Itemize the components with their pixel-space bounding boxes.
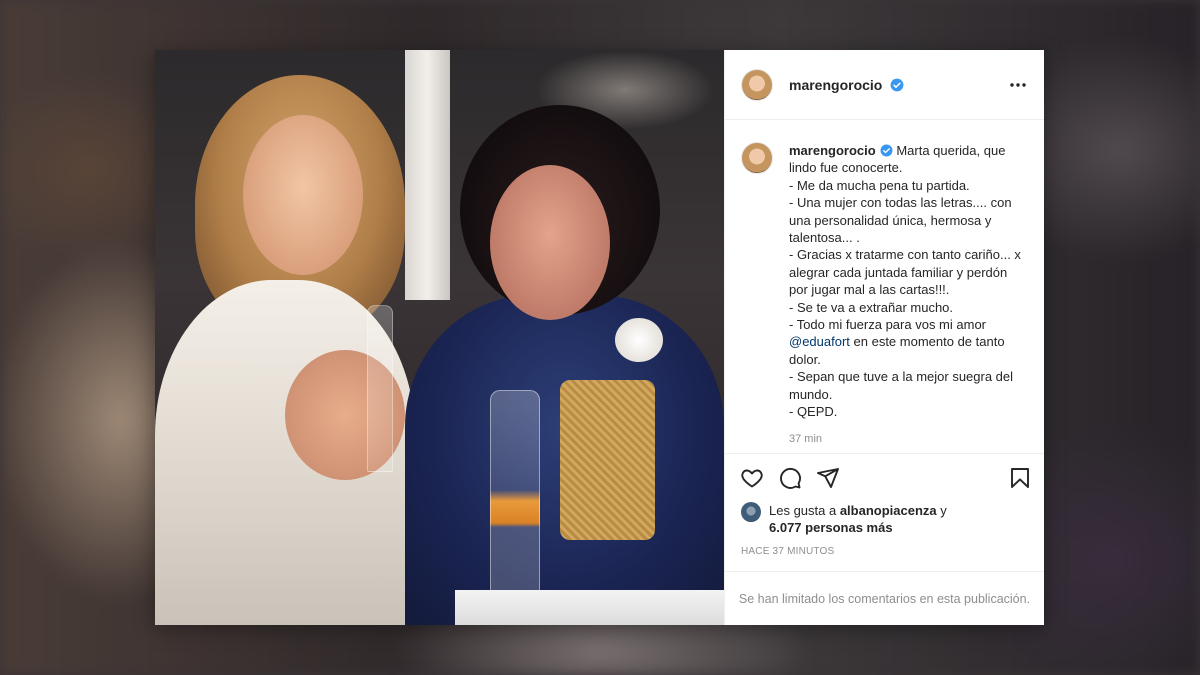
more-options-icon[interactable] xyxy=(1006,73,1030,97)
liker-username[interactable]: albanopiacenza xyxy=(840,503,937,518)
caption-line: - Me da mucha pena tu partida. xyxy=(789,177,970,193)
author-username[interactable]: marengorocio xyxy=(789,77,904,93)
caption-mention-link[interactable]: @eduafort xyxy=(789,334,850,349)
likes-conjunction: y xyxy=(936,503,947,518)
bookmark-icon[interactable] xyxy=(1008,466,1032,490)
photo-gold-blouse xyxy=(560,380,655,540)
heart-icon[interactable] xyxy=(740,466,764,490)
caption-author-avatar[interactable] xyxy=(741,142,773,174)
comments-limited-notice: Se han limitado los comentarios en esta … xyxy=(725,571,1044,625)
likes-text: Les gusta a albanopiacenza y 6.077 perso… xyxy=(769,502,947,536)
photo-person-right-face xyxy=(490,165,610,320)
caption-text: marengorocio Marta querida, que lindo fu… xyxy=(789,142,1021,421)
share-icon[interactable] xyxy=(816,466,840,490)
author-avatar[interactable] xyxy=(741,68,773,101)
photo-person-left-face xyxy=(243,115,363,275)
photo-champagne-glass-left xyxy=(367,305,393,472)
verified-badge-icon xyxy=(890,78,904,91)
action-bar xyxy=(725,454,1044,502)
photo-table xyxy=(455,590,724,625)
likes-count-link[interactable]: 6.077 personas más xyxy=(769,520,893,535)
comment-icon[interactable] xyxy=(778,466,802,490)
likes-summary: Les gusta a albanopiacenza y 6.077 perso… xyxy=(725,502,1044,536)
caption-line: - Sepan que tuve a la mejor suegra del m… xyxy=(789,369,1014,402)
author-username-text[interactable]: marengorocio xyxy=(789,77,882,93)
caption-line: - Se te va a extrañar mucho. xyxy=(789,299,954,315)
verified-badge-icon xyxy=(880,144,893,157)
likes-prefix: Les gusta a xyxy=(769,503,840,518)
photo-champagne-glass-right xyxy=(490,390,540,612)
photo-white-flower xyxy=(615,318,663,362)
caption-line: - QEPD. xyxy=(789,404,838,420)
caption-line: - Una mujer con todas las letras.... con… xyxy=(789,195,1012,246)
post-age[interactable]: HACE 37 MINUTOS xyxy=(725,536,1044,557)
caption-line: - Gracias x tratarme con tanto cariño...… xyxy=(789,247,1021,298)
caption-timestamp[interactable]: 37 min xyxy=(789,433,1021,445)
caption-username[interactable]: marengorocio xyxy=(789,143,876,158)
instagram-post: marengorocio marengorocio Marta querida,… xyxy=(155,50,1044,625)
post-photo[interactable] xyxy=(155,50,724,625)
post-side-panel: marengorocio marengorocio Marta querida,… xyxy=(724,50,1044,625)
caption-area: marengorocio Marta querida, que lindo fu… xyxy=(725,120,1044,454)
liker-avatar[interactable] xyxy=(741,502,761,522)
post-header: marengorocio xyxy=(725,50,1044,120)
caption-line-text: - Todo mi fuerza para vos mi amor xyxy=(789,317,986,333)
caption-body: marengorocio Marta querida, que lindo fu… xyxy=(789,142,1021,453)
caption-line: - Todo mi fuerza para vos mi amor @eduaf… xyxy=(789,316,1021,368)
photo-window-frame xyxy=(405,50,450,300)
